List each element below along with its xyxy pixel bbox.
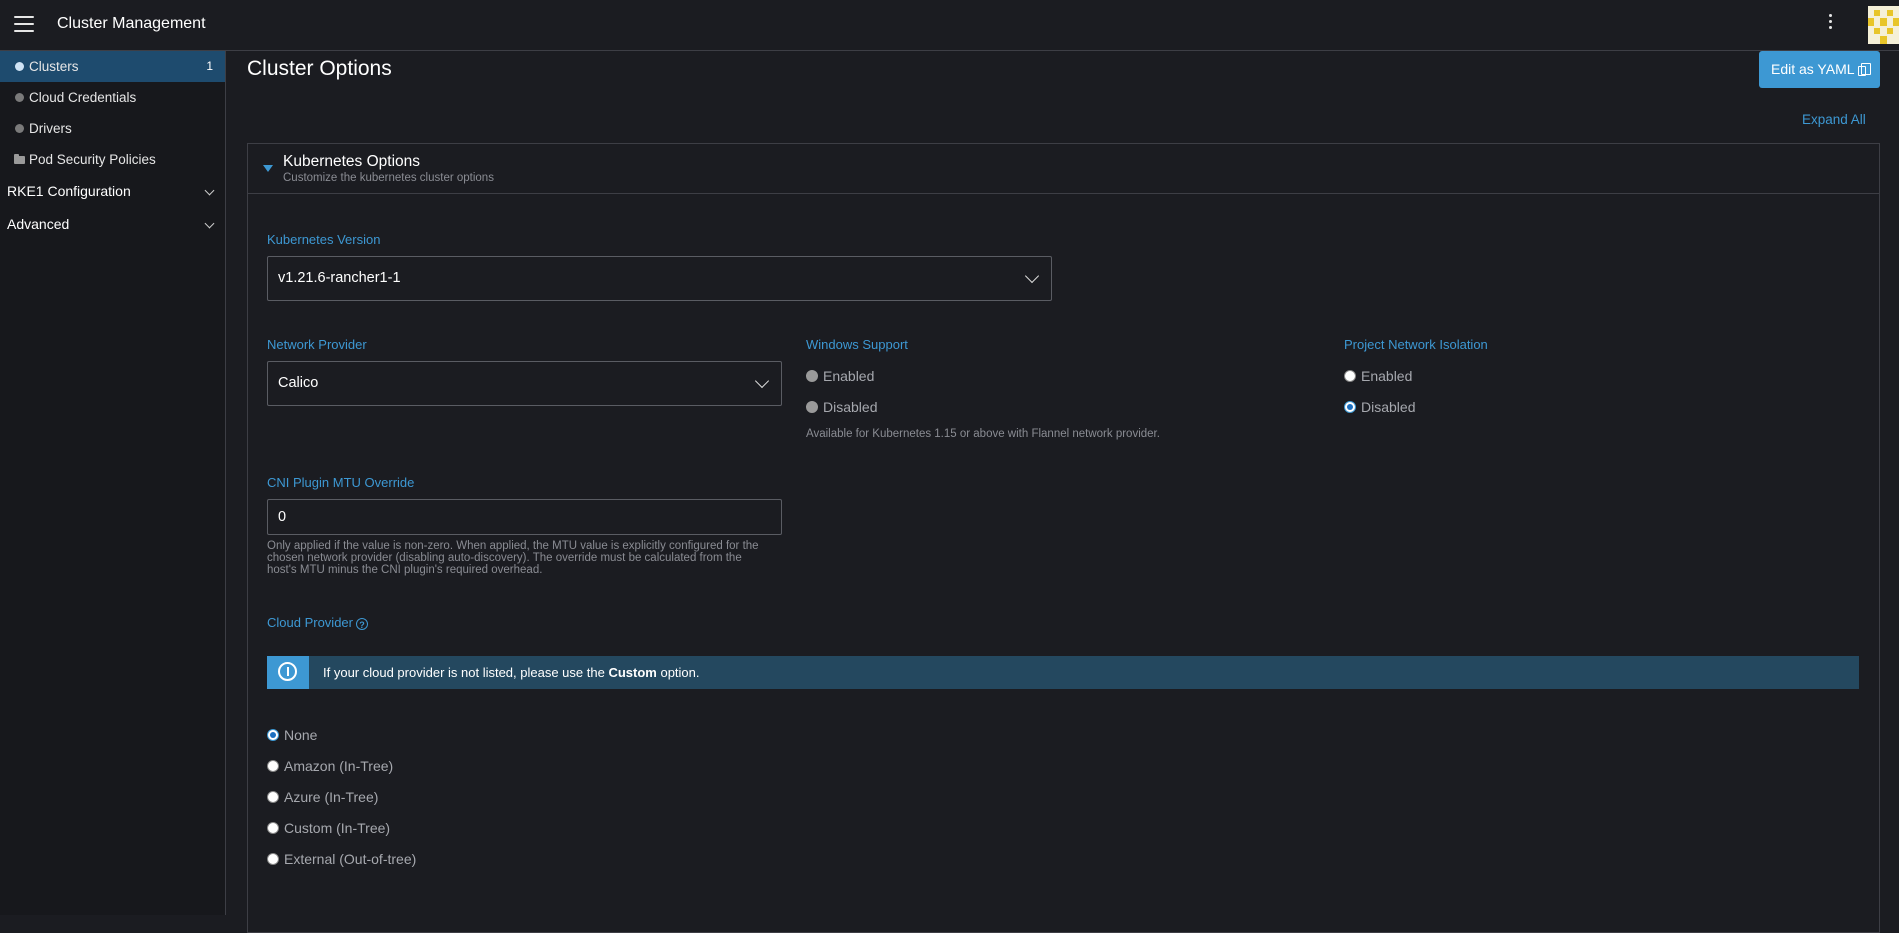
radio-label: Amazon (In-Tree)	[284, 758, 394, 774]
copy-icon	[1858, 63, 1871, 76]
cloud-provider-external-radio[interactable]: External (Out-of-tree)	[267, 850, 416, 868]
cloud-provider-label: Cloud Provider?	[267, 615, 368, 630]
windows-support-help: Available for Kubernetes 1.15 or above w…	[806, 428, 1160, 440]
banner-text: If your cloud provider is not listed, pl…	[323, 665, 700, 680]
sidebar-item-cloud-credentials[interactable]: Cloud Credentials	[0, 82, 225, 113]
circle-icon	[15, 93, 24, 102]
sidebar-item-label: Drivers	[29, 121, 72, 136]
sidebar-item-drivers[interactable]: Drivers	[0, 113, 225, 144]
radio-label: Enabled	[823, 368, 875, 384]
banner-text-suffix: option.	[660, 665, 700, 680]
radio-label: Disabled	[823, 399, 878, 415]
sidebar-group-label: RKE1 Configuration	[7, 183, 131, 199]
project-network-isolation-label: Project Network Isolation	[1344, 337, 1488, 352]
project-isolation-disabled-radio[interactable]: Disabled	[1344, 398, 1415, 416]
kubernetes-version-select[interactable]: v1.21.6-rancher1-1	[267, 256, 1052, 301]
cni-mtu-value: 0	[278, 509, 287, 525]
cloud-provider-label-text: Cloud Provider	[267, 615, 353, 630]
radio-circle	[1344, 370, 1356, 382]
radio-label: External (Out-of-tree)	[284, 851, 417, 867]
windows-support-label: Windows Support	[806, 337, 908, 352]
page-title: Cluster Options	[247, 57, 392, 80]
app-title: Cluster Management	[57, 15, 206, 32]
radio-label: None	[284, 727, 318, 743]
kubernetes-version-label: Kubernetes Version	[267, 232, 381, 247]
sidebar-group-label: Advanced	[7, 216, 70, 232]
network-provider-label: Network Provider	[267, 337, 367, 352]
collapse-triangle-icon	[263, 165, 273, 172]
radio-circle	[806, 401, 818, 413]
chevron-down-icon	[204, 218, 215, 229]
cni-mtu-help-line: chosen network provider (disabling auto-…	[267, 552, 742, 564]
kubernetes-options-header[interactable]: Kubernetes Options Customize the kuberne…	[248, 144, 1879, 194]
help-circle-icon[interactable]: ?	[356, 618, 368, 630]
edit-as-yaml-button[interactable]: Edit as YAML	[1759, 51, 1880, 88]
cni-mtu-help-line: Only applied if the value is non-zero. W…	[267, 540, 759, 552]
sidebar-group-advanced[interactable]: Advanced	[0, 208, 225, 241]
top-header: Cluster Management	[0, 0, 1899, 51]
radio-circle	[267, 760, 279, 772]
cluster-icon	[15, 62, 24, 71]
banner-text-prefix: If your cloud provider is not listed, pl…	[323, 665, 605, 680]
kubernetes-version-value: v1.21.6-rancher1-1	[278, 270, 401, 286]
cni-mtu-help: Only applied if the value is non-zero. W…	[267, 540, 759, 576]
radio-circle	[267, 791, 279, 803]
sidebar-item-label: Cloud Credentials	[29, 90, 137, 105]
edit-as-yaml-label: Edit as YAML	[1771, 61, 1855, 77]
circle-icon	[15, 124, 24, 133]
sidebar-item-label: Clusters	[29, 59, 79, 74]
info-icon	[267, 656, 309, 689]
hamburger-menu-icon[interactable]	[14, 16, 34, 32]
radio-circle	[806, 370, 818, 382]
cloud-provider-azure-radio[interactable]: Azure (In-Tree)	[267, 788, 378, 806]
sidebar: Clusters 1 Cloud Credentials Drivers Pod…	[0, 51, 226, 915]
cloud-provider-info-banner: If your cloud provider is not listed, pl…	[267, 656, 1859, 689]
clusters-count-badge: 1	[206, 59, 213, 73]
network-provider-select[interactable]: Calico	[267, 361, 782, 406]
sidebar-item-label: Pod Security Policies	[29, 152, 156, 167]
folder-icon	[14, 154, 25, 164]
sidebar-item-pod-security-policies[interactable]: Pod Security Policies	[0, 144, 225, 175]
sidebar-item-clusters[interactable]: Clusters 1	[0, 51, 225, 82]
cni-mtu-help-line: host's MTU minus the CNI plugin's requir…	[267, 564, 543, 576]
cloud-provider-none-radio[interactable]: None	[267, 726, 317, 744]
user-avatar[interactable]	[1868, 6, 1899, 44]
chevron-down-icon	[754, 373, 770, 389]
radio-circle	[267, 729, 279, 741]
expand-all-link[interactable]: Expand All	[1802, 112, 1866, 127]
chevron-down-icon	[204, 185, 215, 196]
more-options-icon[interactable]	[1826, 14, 1834, 34]
radio-circle	[267, 853, 279, 865]
radio-label: Enabled	[1361, 368, 1413, 384]
cloud-provider-amazon-radio[interactable]: Amazon (In-Tree)	[267, 757, 393, 775]
windows-support-disabled-radio[interactable]: Disabled	[806, 398, 877, 416]
banner-text-bold: Custom	[608, 665, 657, 680]
radio-circle	[267, 822, 279, 834]
section-subtitle: Customize the kubernetes cluster options	[283, 172, 494, 184]
section-title: Kubernetes Options	[283, 153, 421, 170]
cni-mtu-label: CNI Plugin MTU Override	[267, 475, 415, 490]
windows-support-enabled-radio[interactable]: Enabled	[806, 367, 874, 385]
cloud-provider-custom-radio[interactable]: Custom (In-Tree)	[267, 819, 390, 837]
radio-circle	[1344, 401, 1356, 413]
radio-label: Custom (In-Tree)	[284, 820, 391, 836]
chevron-down-icon	[1024, 268, 1040, 284]
sidebar-group-rke1-configuration[interactable]: RKE1 Configuration	[0, 175, 225, 208]
radio-label: Azure (In-Tree)	[284, 789, 379, 805]
project-isolation-enabled-radio[interactable]: Enabled	[1344, 367, 1412, 385]
network-provider-value: Calico	[278, 375, 319, 391]
radio-label: Disabled	[1361, 399, 1416, 415]
cni-mtu-input[interactable]: 0	[267, 499, 782, 535]
